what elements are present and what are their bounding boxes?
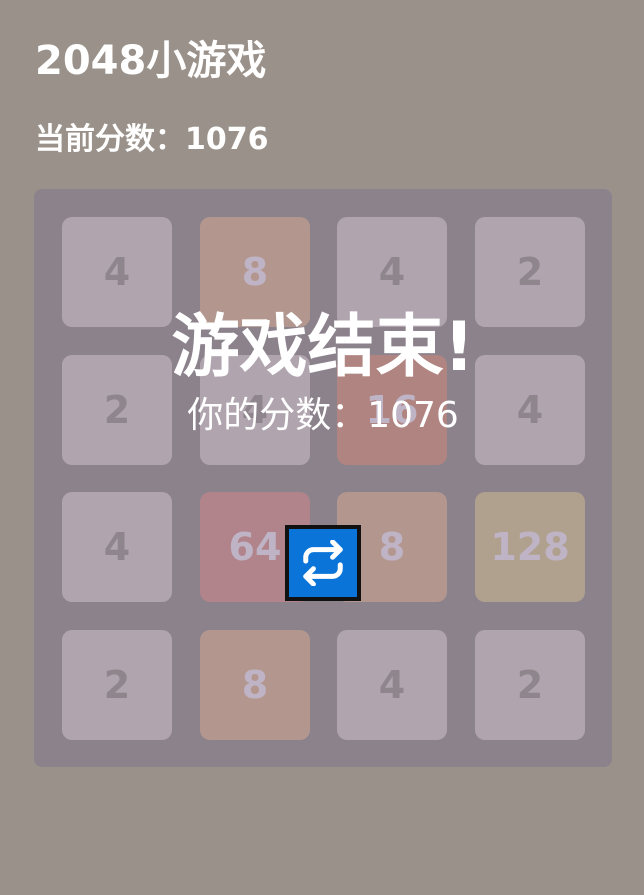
game-over-title: 游戏结束! <box>171 308 475 387</box>
final-score: 你的分数：1076 <box>187 395 459 436</box>
restart-button[interactable] <box>285 525 361 601</box>
repeat-icon <box>300 540 346 586</box>
game-board: 4 8 4 2 2 4 16 4 4 64 8 128 2 8 4 2 游戏结束! 你的分数：1076 <box>34 189 612 767</box>
current-score: 当前分数：1076 <box>35 122 269 157</box>
game-over-overlay: 游戏结束! 你的分数：1076 <box>34 189 612 767</box>
game-title: 2048小游戏 <box>35 38 267 84</box>
